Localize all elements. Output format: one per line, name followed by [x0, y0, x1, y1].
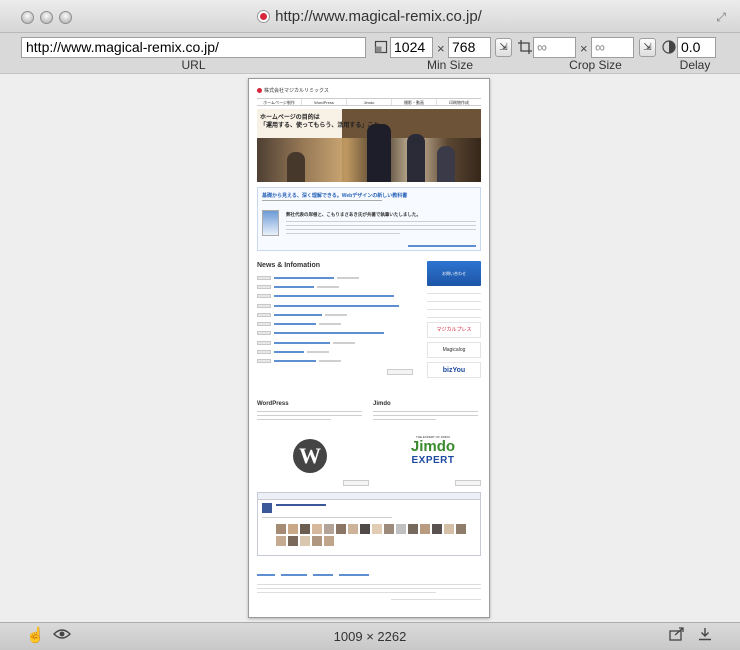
preview-canvas[interactable]: 株式会社マジカルリミックス ホームページ制作 WordPress Jimdo 撮… — [0, 73, 740, 622]
preview-logo-mark-icon — [257, 88, 262, 93]
crop-icon — [518, 40, 532, 54]
preview-facebook-widget — [257, 492, 481, 556]
preview-wp-more-button — [343, 480, 369, 486]
preview-logo: 株式会社マジカルリミックス — [257, 87, 329, 94]
window-title-text: http://www.magical-remix.co.jp/ — [275, 8, 482, 25]
preview-book-subtitle: 弊社代表の岸根と、こもりまさあき氏が共著で執筆いたしました。 — [286, 212, 421, 217]
toolbar: http://www.magical-remix.co.jp/ URL 1024… — [0, 33, 740, 73]
preview-news-row — [257, 319, 415, 328]
preview-news-row — [257, 347, 415, 356]
preview-nav-item: 印刷物作成 — [449, 100, 469, 105]
min-height-input[interactable]: 768 — [448, 37, 491, 58]
jimdo-expert-logo: THE EXPERT OF JIMDO Jimdo EXPERT — [397, 435, 469, 466]
preview-news-row — [257, 282, 415, 291]
window-title: http://www.magical-remix.co.jp/ — [0, 8, 740, 25]
preview-news-row — [257, 329, 415, 338]
min-size-label: Min Size — [426, 58, 473, 72]
location-pin-icon — [258, 11, 270, 22]
preview-nav-item: ホームページ制作 — [257, 99, 302, 105]
preview-news-row — [257, 273, 415, 282]
share-icon[interactable] — [668, 627, 686, 645]
preview-footer-links — [257, 574, 481, 578]
preview-fb-avatar — [262, 503, 272, 513]
preview-news-row — [257, 292, 415, 301]
jimdo-logo-word: Jimdo — [410, 438, 456, 455]
preview-book-box: 基礎から見える、深く理解できる。Webデザインの新しい教科書 弊社代表の岸根と、… — [257, 187, 481, 251]
preview-contact-button: お問い合わせ — [427, 261, 481, 286]
preview-hero-figure — [437, 146, 455, 182]
preview-book-cover — [262, 210, 279, 236]
min-size-times: × — [437, 41, 445, 56]
preview-hero-image: ホームページの目的は 「運用する、使ってもらう、活用する」こと — [257, 109, 481, 182]
delay-label: Delay — [679, 58, 711, 72]
preview-banner-bizyou: bizYou — [427, 362, 481, 378]
preview-nav-item: WordPress — [302, 99, 347, 105]
preview-news-row — [257, 301, 415, 310]
preview-hero-speaker — [367, 124, 391, 182]
preview-sidebar: お問い合わせ マジカルプレス Magicalog bizYou — [427, 261, 481, 378]
status-bar: ☝ 1009 × 2262 — [0, 622, 740, 650]
preview-book-link — [408, 245, 476, 247]
preview-news-row — [257, 310, 415, 319]
preview-jimdo-heading: Jimdo — [373, 401, 391, 407]
title-bar: http://www.magical-remix.co.jp/ ⤢ — [0, 0, 740, 33]
crop-height-input[interactable]: ∞ — [591, 37, 634, 58]
preview-news-list — [257, 273, 415, 375]
preview-nav-item: Jimdo — [347, 99, 392, 105]
preview-book-title: 基礎から見える、深く理解できる。Webデザインの新しい教科書 — [262, 193, 408, 199]
crop-size-label: Crop Size — [569, 58, 622, 72]
min-width-input[interactable]: 1024 — [390, 37, 433, 58]
preview-wordpress-heading: WordPress — [257, 401, 289, 407]
preview-news-row — [257, 357, 415, 366]
preview-footer — [257, 584, 481, 603]
crop-size-fit-button[interactable]: ⇲ — [639, 38, 656, 57]
image-dimensions: 1009 × 2262 — [333, 629, 407, 644]
preview-hero-figure — [407, 134, 425, 182]
delay-timer-icon — [662, 40, 676, 54]
preview-banner-magicalpress: マジカルプレス — [427, 322, 481, 338]
wordpress-logo-icon: W — [293, 439, 327, 473]
page-preview[interactable]: 株式会社マジカルリミックス ホームページ制作 WordPress Jimdo 撮… — [248, 78, 490, 618]
preview-hero-figure — [287, 152, 305, 182]
delay-input[interactable]: 0.0 — [677, 37, 716, 58]
min-size-fit-button[interactable]: ⇲ — [495, 38, 512, 57]
preview-company-name: 株式会社マジカルリミックス — [264, 88, 329, 94]
url-label: URL — [181, 58, 206, 72]
jimdo-logo-expert: EXPERT — [411, 455, 455, 466]
preview-global-nav: ホームページ制作 WordPress Jimdo 撮影・動画 印刷物作成 — [257, 98, 481, 106]
preview-news-title: News & Infomation — [257, 262, 321, 269]
preview-jimdo-more-button — [455, 480, 481, 486]
fullscreen-icon[interactable]: ⤢ — [716, 10, 726, 25]
crop-size-times: × — [580, 41, 588, 56]
url-input[interactable]: http://www.magical-remix.co.jp/ — [21, 37, 366, 58]
min-size-icon — [374, 40, 388, 54]
preview-hero-text: ホームページの目的は 「運用する、使ってもらう、活用する」こと — [260, 115, 380, 129]
download-icon[interactable] — [696, 627, 714, 645]
preview-banner-magicalog: Magicalog — [427, 342, 481, 358]
preview-news-more-button — [387, 368, 413, 375]
crop-width-input[interactable]: ∞ — [533, 37, 576, 58]
preview-nav-item: 撮影・動画 — [392, 99, 437, 105]
preview-news-row — [257, 338, 415, 347]
preview-fb-faces — [276, 524, 476, 546]
